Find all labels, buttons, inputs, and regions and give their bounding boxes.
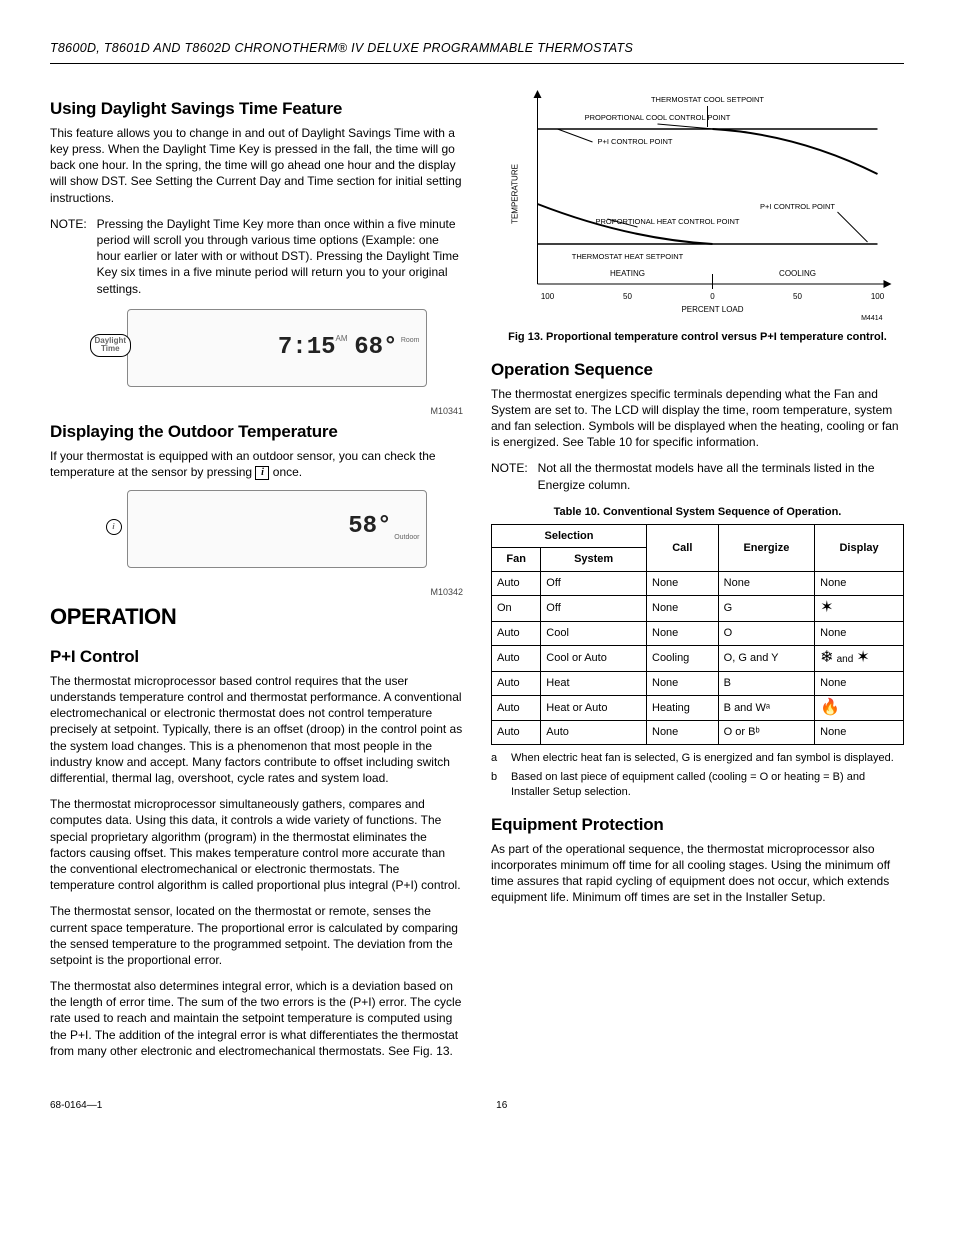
info-key-icon: i	[255, 466, 269, 480]
th-fan: Fan	[492, 548, 541, 572]
fig1-temp: 68°	[354, 332, 397, 364]
right-column: 100 50 0 50 100 HEATING COOLING PERCENT …	[491, 84, 904, 1069]
page-number: 16	[496, 1099, 507, 1113]
note-body: Pressing the Daylight Time Key more than…	[97, 216, 463, 297]
page-header: T8600D, T8601D AND T8602D CHRONOTHERM® I…	[50, 40, 904, 64]
table-row: AutoCool or AutoCoolingO, G and Y❄ and ✶	[492, 645, 904, 671]
svg-text:50: 50	[623, 292, 632, 301]
para-opseq: The thermostat energizes specific termin…	[491, 386, 904, 451]
fn-b-key: b	[491, 770, 503, 800]
svg-text:P+I CONTROL POINT: P+I CONTROL POINT	[598, 137, 673, 146]
svg-text:PERCENT LOAD: PERCENT LOAD	[681, 305, 743, 314]
table-row: AutoHeat or AutoHeatingB and Wᵃ🔥	[492, 695, 904, 721]
daylight-time-chip: Daylight Time	[90, 334, 132, 358]
table-row: AutoOffNoneNoneNone	[492, 572, 904, 596]
fig1-code: M10341	[90, 405, 463, 417]
doc-number: 68-0164—1	[50, 1099, 102, 1113]
fan-icon: ✶	[856, 649, 869, 666]
para-equip: As part of the operational sequence, the…	[491, 841, 904, 906]
svg-text:100: 100	[871, 292, 885, 301]
svg-text:P+I CONTROL POINT: P+I CONTROL POINT	[760, 202, 835, 211]
fig1-room: Room	[401, 336, 420, 345]
snowflake-icon: ❄	[820, 649, 833, 666]
svg-text:PROPORTIONAL COOL CONTROL POIN: PROPORTIONAL COOL CONTROL POINT	[585, 113, 731, 122]
th-call: Call	[647, 524, 719, 572]
heading-daylight: Using Daylight Savings Time Feature	[50, 98, 463, 121]
figure-13-chart: 100 50 0 50 100 HEATING COOLING PERCENT …	[491, 84, 904, 324]
note-body-2: Not all the thermostat models have all t…	[538, 460, 904, 492]
para-daylight: This feature allows you to change in and…	[50, 125, 463, 206]
flame-icon: 🔥	[820, 699, 840, 716]
para-pi4: The thermostat also determines integral …	[50, 978, 463, 1059]
svg-text:HEATING: HEATING	[610, 269, 645, 278]
fan-icon: ✶	[820, 599, 833, 616]
th-energize: Energize	[718, 524, 814, 572]
svg-text:THERMOSTAT HEAT SETPOINT: THERMOSTAT HEAT SETPOINT	[572, 252, 684, 261]
svg-text:50: 50	[793, 292, 802, 301]
table-footnotes: a When electric heat fan is selected, G …	[491, 751, 904, 800]
figure-outdoor-thermostat: i 58° Outdoor	[127, 490, 427, 568]
content-columns: Using Daylight Savings Time Feature This…	[50, 84, 904, 1069]
figure-daylight-thermostat: Daylight Time 7:15 AM 68° Room	[127, 309, 427, 387]
heading-equip: Equipment Protection	[491, 814, 904, 837]
table-row: AutoCoolNoneONone	[492, 622, 904, 646]
heading-pi: P+I Control	[50, 646, 463, 669]
outdoor-text-a: If your thermostat is equipped with an o…	[50, 449, 436, 479]
outdoor-text-b: once.	[269, 465, 302, 479]
note-label-2: NOTE:	[491, 460, 528, 492]
fig1-time: 7:15	[278, 332, 336, 364]
table-10: Selection Call Energize Display Fan Syst…	[491, 524, 904, 746]
para-outdoor: If your thermostat is equipped with an o…	[50, 448, 463, 480]
svg-text:COOLING: COOLING	[779, 269, 816, 278]
heading-outdoor: Displaying the Outdoor Temperature	[50, 421, 463, 444]
fn-a-text: When electric heat fan is selected, G is…	[511, 751, 894, 766]
table-row: AutoHeatNoneBNone	[492, 671, 904, 695]
th-system: System	[541, 548, 647, 572]
table-row: OnOffNoneG✶	[492, 596, 904, 622]
fig1-ampm: AM	[336, 334, 348, 345]
left-column: Using Daylight Savings Time Feature This…	[50, 84, 463, 1069]
svg-text:100: 100	[541, 292, 555, 301]
fn-a-key: a	[491, 751, 503, 766]
para-pi1: The thermostat microprocessor based cont…	[50, 673, 463, 786]
fig13-caption: Fig 13. Proportional temperature control…	[491, 330, 904, 345]
page-footer: 68-0164—1 16 .	[50, 1099, 904, 1113]
fig2-code: M10342	[90, 586, 463, 598]
heading-operation: OPERATION	[50, 602, 463, 632]
fig2-label: Outdoor	[394, 533, 419, 542]
note-label: NOTE:	[50, 216, 87, 297]
svg-text:THERMOSTAT COOL SETPOINT: THERMOSTAT COOL SETPOINT	[651, 95, 764, 104]
note-opseq: NOTE: Not all the thermostat models have…	[491, 460, 904, 492]
th-selection: Selection	[492, 524, 647, 548]
fig2-temp: 58°	[348, 511, 391, 543]
para-pi2: The thermostat microprocessor simultaneo…	[50, 796, 463, 893]
svg-text:TEMPERATURE: TEMPERATURE	[511, 164, 520, 224]
svg-text:0: 0	[710, 292, 715, 301]
table-row: AutoAutoNoneO or BᵇNone	[492, 721, 904, 745]
note-daylight: NOTE: Pressing the Daylight Time Key mor…	[50, 216, 463, 297]
info-chip-icon: i	[106, 519, 122, 535]
th-display: Display	[815, 524, 904, 572]
fn-b-text: Based on last piece of equipment called …	[511, 770, 904, 800]
table10-caption: Table 10. Conventional System Sequence o…	[491, 505, 904, 520]
heading-opseq: Operation Sequence	[491, 359, 904, 382]
para-pi3: The thermostat sensor, located on the th…	[50, 903, 463, 968]
svg-text:M4414: M4414	[861, 315, 883, 322]
